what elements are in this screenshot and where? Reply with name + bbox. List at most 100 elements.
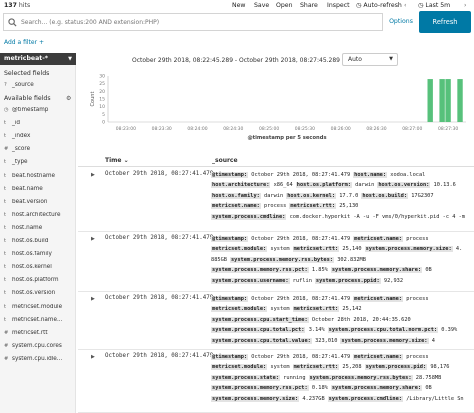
field-item[interactable]: t host.os.family [4,251,74,261]
time-range-label: October 29th 2018, 08:22:45.289 - Octobe… [132,57,348,64]
interval-select[interactable]: Auto ▼ [342,53,398,66]
table-row[interactable]: ▶ October 29th 2018, 08:27:41.479 @timesta… [78,168,474,232]
field-item[interactable]: t beat.name [4,186,74,196]
field-item[interactable]: t host.os.platform [4,277,74,287]
inspect-button[interactable]: Inspect [327,2,350,9]
source-field-value: October 28th 2018, 20:44:35.620 [311,316,411,323]
source-field-key: system.process.username: [211,277,290,284]
field-name: _index [12,133,31,140]
field-name: metricset.rtt [12,329,48,336]
field-item[interactable]: t host.os.kernel [4,264,74,274]
source-field-key: system.process.memory.share: [330,267,423,274]
table-row[interactable]: ▶ October 29th 2018, 08:27:41.479 @timesta… [78,350,474,413]
field-item[interactable]: # system.cpu.cores [4,343,74,353]
table-row[interactable]: ▶ October 29th 2018, 08:27:41.479 @timesta… [78,292,474,350]
source-field-key: system.process.cpu.start_time: [211,316,309,323]
source-field-key: @timestamp: [211,296,249,302]
refresh-button[interactable]: Refresh [419,11,471,33]
field-item[interactable]: ◷ @timestamp [4,107,74,117]
field-item[interactable]: ? _source [4,82,74,92]
field-item[interactable]: t _type [4,159,74,169]
interval-value: Auto [348,56,362,63]
field-item[interactable]: t host.name [4,225,74,235]
field-item[interactable]: t host.architecture [4,212,74,222]
chevron-right-icon[interactable]: › [464,2,466,9]
source-field-value: 10.13.6 [433,182,456,189]
source-field-value: 323,010 [315,337,338,344]
gear-icon[interactable]: ⚙ [66,95,71,102]
chevron-down-icon: ▼ [68,56,72,62]
row-source: @timestamp: October 29th 2018, 08:27:41.… [211,170,473,222]
field-item[interactable]: t beat.hostname [4,173,74,183]
options-button[interactable]: Options [385,13,417,31]
time-picker-button[interactable]: ◷ Last 5m [418,2,450,9]
clock-icon: ◷ [418,2,424,9]
field-item[interactable]: t host.os.build [4,238,74,248]
y-tick-label: 20 [99,89,105,95]
source-line: system.process.memory.rss.pct: 0.18% syst… [211,383,473,393]
source-field-value: process [264,203,287,210]
chevron-left-icon[interactable]: ‹ [404,2,406,9]
index-pattern-selector[interactable]: metricbeat-* ▼ [0,53,76,65]
x-tick-label: 08:27:30 [438,126,458,132]
source-field-key: system.process.memory.share: [330,385,423,392]
auto-refresh-button[interactable]: ◷ Auto-refresh [356,2,402,9]
source-field-value: x86_64 [273,182,293,189]
expand-row-icon[interactable]: ▶ [91,172,95,178]
query-box[interactable] [3,13,383,31]
field-item[interactable]: # metricset.rtt [4,330,74,340]
x-tick-label: 08:23:30 [152,126,172,132]
source-field-value: 885GB [211,256,227,263]
row-timestamp: October 29th 2018, 08:27:41.479 [105,235,214,241]
source-line: system.process.memory.size: 4.237GB syste… [211,394,473,404]
expand-row-icon[interactable]: ▶ [91,236,95,242]
field-item[interactable]: t _index [4,133,74,143]
field-name: host.name [12,224,43,231]
source-line: system.process.username: ruflin system.pr… [211,276,473,286]
x-tick-label: 08:24:30 [223,126,243,132]
source-field-value: darwin [355,182,375,189]
source-field-value: 92,932 [383,277,404,284]
add-filter-link[interactable]: Add a filter + [4,39,44,46]
source-line: @timestamp: October 29th 2018, 08:27:41.… [211,294,473,304]
field-item[interactable]: t _id [4,120,74,130]
source-field-value: running [283,374,306,381]
source-field-value: 17G2307 [411,192,434,199]
sort-icon[interactable]: ⌄ [124,157,129,164]
source-field-key: system.process.memory.size: [364,246,453,253]
search-input[interactable] [21,16,321,29]
field-item[interactable]: t metricset.name... [4,317,74,327]
row-source: @timestamp: October 29th 2018, 08:27:41.… [211,352,473,404]
source-field-value: 25,130 [339,203,359,210]
table-row[interactable]: ▶ October 29th 2018, 08:27:41.479 @timesta… [78,232,474,292]
histogram-chart[interactable]: 0 5 1015 20 2530 Count 08:23:00 08:23:30 08:24:0… [86,66,470,150]
histogram-bar [457,79,463,122]
source-line: @timestamp: October 29th 2018, 08:27:41.… [211,170,473,180]
time-picker-label: Last 5m [425,2,451,9]
field-item[interactable]: # system.cpu.idle... [4,356,74,366]
save-button[interactable]: Save [254,2,269,9]
expand-row-icon[interactable]: ▶ [91,354,95,360]
source-line: @timestamp: October 29th 2018, 08:27:41.… [211,352,473,362]
source-line: 885GB system.process.memory.rss.bytes: 30… [211,255,473,265]
source-field-key: system.process.memory.size: [211,395,300,402]
source-column-header: _source [212,157,238,164]
expand-row-icon[interactable]: ▶ [91,296,95,302]
field-item[interactable]: t beat.version [4,199,74,209]
field-item[interactable]: t host.os.version [4,290,74,300]
field-item[interactable]: t metricset.module [4,304,74,314]
open-button[interactable]: Open [276,2,293,9]
share-button[interactable]: Share [300,2,318,9]
field-name: _source [12,82,34,88]
new-button[interactable]: New [232,2,246,9]
source-line: system.process.cpu.total.value: 323,010 s… [211,336,473,346]
field-item[interactable]: # _score [4,146,74,156]
x-tick-label: 08:25:00 [259,126,279,132]
source-field-key: system.process.cpu.total.value: [211,337,312,344]
x-tick-label: 08:25:30 [295,126,315,132]
time-column-header[interactable]: Time ⌄ [105,157,129,164]
histogram-bar [439,79,445,122]
source-line: metricset.name: process metricset.rtt: 25… [211,201,473,211]
chevron-down-icon: ▼ [389,56,393,62]
source-line: metricset.module: system metricset.rtt: 2… [211,304,473,314]
